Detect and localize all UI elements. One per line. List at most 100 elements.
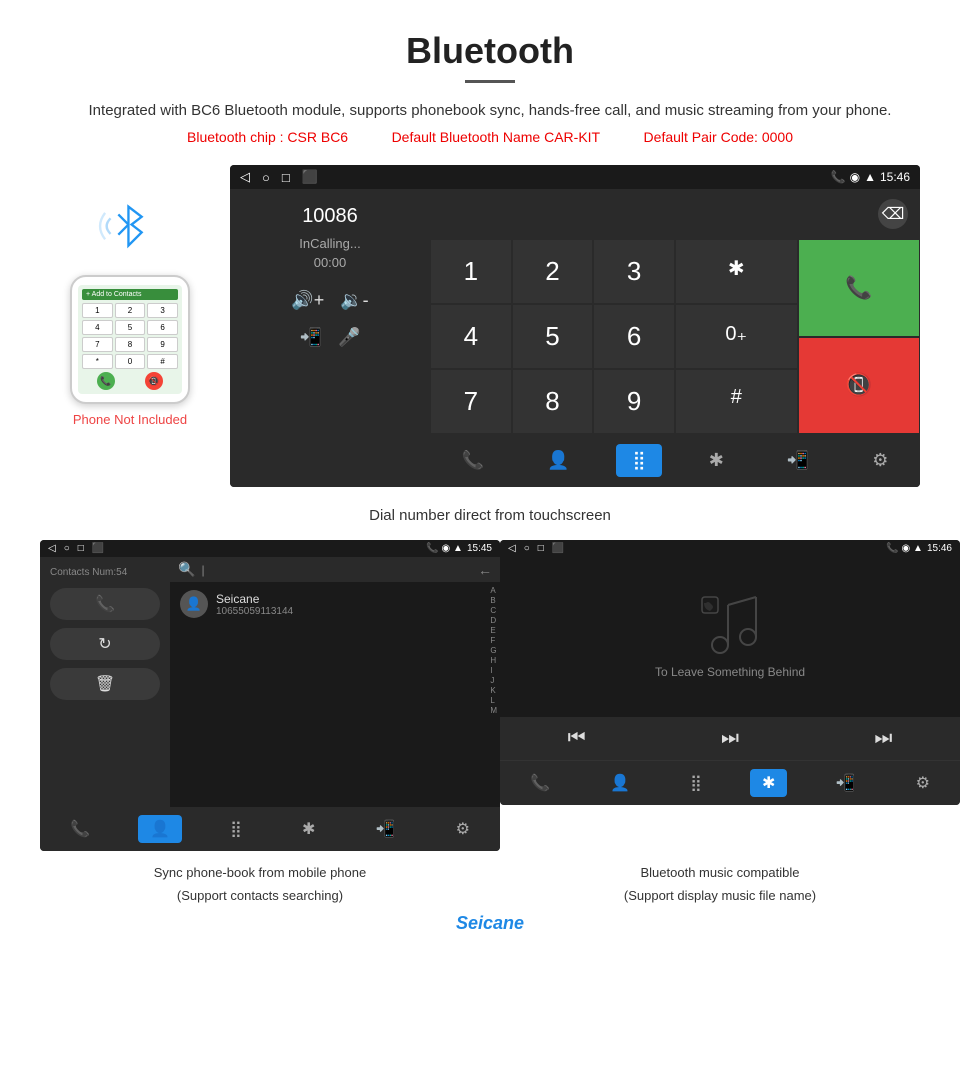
recent-icon-sm: □ (78, 543, 84, 554)
call-btn[interactable]: 📞 (50, 588, 160, 620)
page-description: Integrated with BC6 Bluetooth module, su… (40, 99, 940, 123)
bluetooth-icon (95, 195, 165, 265)
nav-bluetooth[interactable]: ✱ (693, 444, 740, 477)
contacts-screen-wrap: ◁ ○ □ ⬛ 📞 ◉ ▲ 15:45 Contacts Num:54 📞 ↻ … (30, 540, 490, 851)
numpad-display: ⌫ (430, 189, 920, 239)
contacts-nav-transfer[interactable]: 📲 (364, 815, 408, 843)
key-7[interactable]: 7 (430, 369, 512, 434)
bottom-screenshots-row: ◁ ○ □ ⬛ 📞 ◉ ▲ 15:45 Contacts Num:54 📞 ↻ … (0, 540, 980, 851)
key-3[interactable]: 3 (593, 239, 675, 304)
numpad-call-col: 📞 📵 (798, 239, 921, 434)
music-content-area: To Leave Something Behind (500, 557, 960, 717)
location-icon: ◉ (850, 170, 860, 184)
music-art-icon (700, 595, 760, 655)
main-dial-caption: Dial number direct from touchscreen (0, 507, 980, 524)
page-header: Bluetooth Integrated with BC6 Bluetooth … (0, 0, 980, 155)
contacts-content: Contacts Num:54 📞 ↻ 🗑 🔍 | ← 👤 (40, 557, 500, 807)
search-input[interactable]: | (201, 563, 472, 577)
music-nav-dialpad[interactable]: ⣿ (678, 769, 714, 797)
home-icon: ○ (262, 170, 270, 185)
contact-name: Seicane (216, 592, 293, 606)
dial-statusbar: ◁ ○ □ ⬛ 📞 ◉ ▲ 15:46 (230, 165, 920, 189)
contact-avatar: 👤 (180, 590, 208, 618)
nav-dialpad[interactable]: ⣿ (616, 444, 661, 477)
search-icon: 🔍 (178, 561, 195, 578)
key-star[interactable]: ✱ (675, 239, 798, 304)
nav-settings[interactable]: ⚙ (856, 444, 904, 477)
music-nav-transfer[interactable]: 📲 (824, 769, 868, 797)
nav-icons: ◁ ○ □ ⬛ (240, 169, 318, 185)
key-hash[interactable]: # (675, 369, 798, 434)
dialed-number: 10086 (302, 205, 358, 228)
delete-btn[interactable]: 🗑 (50, 668, 160, 700)
back-icon-m: ◁ (508, 543, 516, 554)
contact-info: Seicane 10655059113144 (216, 592, 293, 617)
music-nav-calls[interactable]: 📞 (518, 769, 562, 797)
key-2[interactable]: 2 (512, 239, 594, 304)
contacts-nav-dialpad[interactable]: ⣿ (218, 815, 254, 843)
transfer-icon[interactable]: 📲 (300, 327, 322, 348)
contacts-count: Contacts Num:54 (50, 567, 160, 578)
music-song-title: To Leave Something Behind (655, 665, 805, 679)
nav-transfer[interactable]: 📲 (771, 444, 825, 477)
numpad-side-col: ✱ 0₊ # (675, 239, 798, 434)
phone-mockup: + Add to Contacts 123 456 789 *0# 📞 📵 (70, 275, 190, 404)
vol-up-icon[interactable]: 🔊+ (291, 290, 324, 311)
nav-calls[interactable]: 📞 (446, 444, 500, 477)
contacts-nav: 📞 👤 ⣿ ✱ 📲 ⚙ (40, 807, 500, 851)
notif-icon-m: ⬛ (552, 543, 564, 554)
recent-icon-m: □ (538, 543, 544, 554)
contacts-nav-contacts[interactable]: 👤 (138, 815, 182, 843)
status-right: 📞 ◉ ▲ 15:46 (831, 170, 910, 184)
page-title: Bluetooth (40, 30, 940, 72)
dial-numpad: ⌫ 1 2 3 4 5 6 (430, 189, 920, 487)
title-underline (465, 80, 515, 83)
music-nav-bt[interactable]: ✱ (750, 769, 787, 797)
notif-icon-sm: ⬛ (92, 543, 104, 554)
back-icon-sm: ◁ (48, 543, 56, 554)
call-status: InCalling... (299, 236, 360, 251)
key-9[interactable]: 9 (593, 369, 675, 434)
play-pause-button[interactable]: ⏭ (721, 727, 739, 750)
music-statusbar: ◁ ○ □ ⬛ 📞 ◉ ▲ 15:46 (500, 540, 960, 557)
next-track-button[interactable]: ⏭ (874, 727, 892, 750)
phone-not-included-label: Phone Not Included (73, 412, 187, 427)
left-caption: Sync phone-book from mobile phone (Suppo… (30, 857, 490, 903)
key-6[interactable]: 6 (593, 304, 675, 369)
dial-screen: ◁ ○ □ ⬛ 📞 ◉ ▲ 15:46 10086 InCalling... 0… (230, 165, 920, 487)
bottom-captions: Sync phone-book from mobile phone (Suppo… (0, 857, 980, 903)
numpad-rows: 1 2 3 4 5 6 7 8 9 (430, 239, 920, 434)
right-caption-sub: (Support display music file name) (500, 888, 940, 903)
contacts-nav-bt[interactable]: ✱ (290, 815, 327, 843)
contact-item: 👤 Seicane 10655059113144 (170, 582, 487, 626)
end-call-button[interactable]: 📵 (798, 337, 921, 435)
key-4[interactable]: 4 (430, 304, 512, 369)
key-8[interactable]: 8 (512, 369, 594, 434)
key-5[interactable]: 5 (512, 304, 594, 369)
backspace-button[interactable]: ⌫ (878, 199, 908, 229)
brand-watermark: Seicane (456, 913, 524, 933)
music-playback-controls: ⏮ ⏭ ⏭ (500, 717, 960, 760)
key-0plus[interactable]: 0₊ (675, 304, 798, 369)
contacts-nav-calls[interactable]: 📞 (58, 815, 102, 843)
main-screenshot-area: + Add to Contacts 123 456 789 *0# 📞 📵 Ph… (0, 155, 980, 497)
contacts-nav-settings[interactable]: ⚙ (444, 815, 482, 843)
watermark: Seicane (0, 913, 980, 934)
music-screen-wrap: ◁ ○ □ ⬛ 📞 ◉ ▲ 15:46 (490, 540, 950, 851)
contacts-time: 15:45 (467, 543, 492, 554)
prev-track-button[interactable]: ⏮ (568, 727, 586, 750)
spec-line: Bluetooth chip : CSR BC6 Default Bluetoo… (40, 129, 940, 145)
music-nav-settings[interactable]: ⚙ (904, 769, 942, 797)
key-1[interactable]: 1 (430, 239, 512, 304)
home-icon-sm: ○ (64, 543, 70, 554)
home-icon-m: ○ (524, 543, 530, 554)
nav-contacts[interactable]: 👤 (531, 444, 585, 477)
refresh-btn[interactable]: ↻ (50, 628, 160, 660)
spec-name: Default Bluetooth Name CAR-KIT (392, 129, 601, 145)
vol-down-icon[interactable]: 🔉- (340, 290, 368, 311)
notification-icon: ⬛ (302, 169, 318, 185)
music-nav-contacts[interactable]: 👤 (598, 769, 642, 797)
mute-icon[interactable]: 🎤 (338, 327, 360, 348)
call-button[interactable]: 📞 (798, 239, 921, 337)
left-caption-main: Sync phone-book from mobile phone (40, 865, 480, 880)
